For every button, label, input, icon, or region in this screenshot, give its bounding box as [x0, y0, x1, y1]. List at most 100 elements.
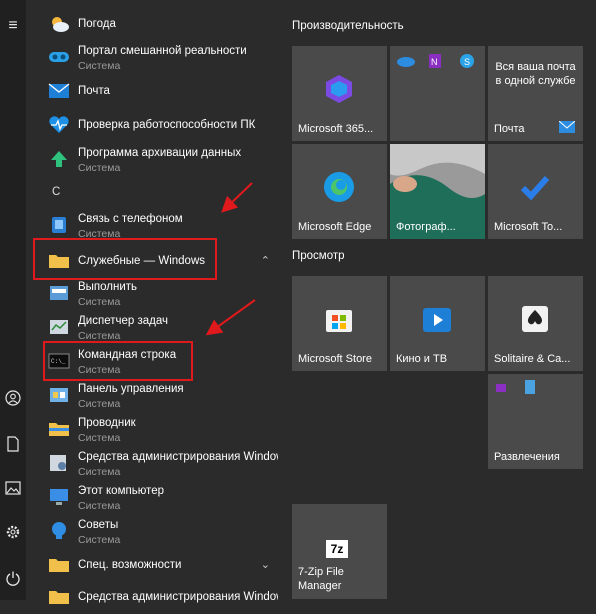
entertainment-icons [496, 380, 535, 394]
app-name: Спец. возможности [78, 559, 182, 571]
this-pc-icon [48, 487, 70, 507]
tile-label: Microsoft To... [494, 221, 563, 233]
chevron-down-icon: ⌄ [260, 559, 270, 571]
tile-photos[interactable]: Фотограф... [390, 144, 485, 239]
folder-icon [48, 587, 70, 607]
tile-label: Solitaire & Ca... [494, 353, 571, 365]
run-icon [48, 283, 70, 303]
app-name: Выполнить [78, 281, 138, 293]
folder-admin-tools[interactable]: Средства администрирования Windows [44, 580, 280, 614]
user-icon-svg [5, 390, 21, 406]
office-apps-icons: N S [397, 54, 474, 68]
tile-microsoft-todo[interactable]: Microsoft To... [488, 144, 583, 239]
mail-icon [559, 121, 575, 133]
weather-icon [48, 14, 70, 34]
tile-label: Фотограф... [396, 221, 456, 233]
folder-icon [48, 555, 70, 575]
highlight-box-windows-tools [33, 238, 217, 280]
tile-mail[interactable]: Вся ваша почта в одной службе Почта [488, 46, 583, 141]
tile-microsoft-edge[interactable]: Microsoft Edge [292, 144, 387, 239]
app-control-panel[interactable]: Панель управления Система [44, 378, 280, 412]
svg-text:N: N [431, 57, 438, 67]
app-mixed-reality-portal[interactable]: Портал смешанной реальности Система [44, 40, 280, 74]
tile-solitaire[interactable]: Solitaire & Ca... [488, 276, 583, 371]
settings-icon-svg [6, 525, 20, 539]
phone-link-icon [48, 215, 70, 235]
left-rail: ≡ [0, 0, 26, 600]
tile-office-group[interactable]: N S [390, 46, 485, 141]
app-name: Средства администрирования Windows [78, 591, 278, 603]
7zip-icon: 7z [326, 540, 348, 558]
file-explorer-icon [48, 419, 70, 439]
tile-movies-tv[interactable]: Кино и ТВ [390, 276, 485, 371]
app-mail[interactable]: Почта [44, 74, 280, 108]
app-name: Проводник [78, 417, 136, 429]
document-icon[interactable] [0, 430, 26, 458]
app-name: Панель управления [78, 383, 184, 395]
svg-text:S: S [464, 57, 470, 67]
section-letter[interactable]: С [52, 186, 60, 198]
movies-tv-icon [420, 302, 454, 336]
app-name: Диспетчер задач [78, 315, 168, 327]
tile-entertainment[interactable]: Развлечения [488, 374, 583, 469]
app-subtitle: Система [78, 500, 121, 512]
tile-label: Кино и ТВ [396, 353, 448, 365]
pictures-icon-svg [5, 481, 21, 495]
tile-label: 7-Zip File Manager [298, 566, 344, 592]
app-this-pc[interactable]: Этот компьютер Система [44, 480, 280, 514]
app-backup[interactable]: Программа архивации данных Система [44, 142, 280, 176]
app-subtitle: Система [78, 466, 121, 478]
app-subtitle: Система [78, 534, 121, 546]
folder-accessibility[interactable]: Спец. возможности ⌄ [44, 548, 280, 582]
mail-tile-text: Вся ваша почта в одной службе [495, 61, 576, 87]
power-icon-svg [6, 571, 20, 586]
store-icon [322, 302, 356, 336]
microsoft-365-icon [322, 72, 356, 106]
power-icon[interactable] [0, 564, 26, 592]
pictures-icon[interactable] [0, 474, 26, 502]
group-title-productivity[interactable]: Производительность [292, 20, 404, 32]
app-subtitle: Система [78, 398, 121, 410]
mixed-reality-icon [48, 47, 70, 67]
tips-icon [48, 521, 70, 541]
app-task-manager[interactable]: Диспетчер задач Система [44, 310, 280, 344]
app-file-explorer[interactable]: Проводник Система [44, 412, 280, 446]
app-subtitle: Система [78, 162, 121, 174]
tile-7zip[interactable]: 7z 7-Zip File Manager [292, 504, 387, 599]
tile-label: Microsoft 365... [298, 123, 374, 135]
app-list: Погода Портал смешанной реальности Систе… [36, 0, 280, 604]
tile-microsoft-store[interactable]: Microsoft Store [292, 276, 387, 371]
tile-label: Microsoft Store [298, 353, 372, 365]
app-name: Проверка работоспособности ПК [78, 119, 256, 131]
menu-icon[interactable]: ≡ [0, 12, 26, 40]
app-subtitle: Система [78, 296, 121, 308]
app-tips[interactable]: Советы Система [44, 514, 280, 548]
settings-icon[interactable] [0, 518, 26, 546]
app-pc-health-check[interactable]: Проверка работоспособности ПК [44, 108, 280, 142]
app-weather[interactable]: Погода [44, 7, 280, 41]
highlight-box-command-prompt [43, 341, 193, 381]
tile-label: Развлечения [494, 451, 560, 463]
app-subtitle: Система [78, 60, 121, 72]
health-check-icon [48, 115, 70, 135]
menu-glyph: ≡ [8, 17, 18, 34]
user-icon[interactable] [0, 384, 26, 412]
solitaire-icon [518, 302, 552, 336]
app-name: Советы [78, 519, 119, 531]
app-admin-tools[interactable]: Средства администрирования Windows Систе… [44, 446, 280, 480]
backup-icon [48, 149, 70, 169]
app-name: Средства администрирования Windows [78, 451, 278, 463]
admin-tools-icon [48, 453, 70, 473]
app-name: Программа архивации данных [78, 147, 242, 159]
app-name: Связь с телефоном [78, 213, 183, 225]
tiles-area: Производительность Microsoft 365... N S … [280, 0, 596, 600]
tile-microsoft-365[interactable]: Microsoft 365... [292, 46, 387, 141]
group-title-browse[interactable]: Просмотр [292, 250, 345, 262]
chevron-up-icon: ⌃ [260, 255, 270, 267]
app-name: Этот компьютер [78, 485, 164, 497]
edge-icon [322, 170, 356, 204]
app-phone-link[interactable]: Связь с телефоном Система [44, 208, 280, 242]
task-manager-icon [48, 317, 70, 337]
app-name: Портал смешанной реальности [78, 45, 247, 57]
app-run[interactable]: Выполнить Система [44, 276, 280, 310]
